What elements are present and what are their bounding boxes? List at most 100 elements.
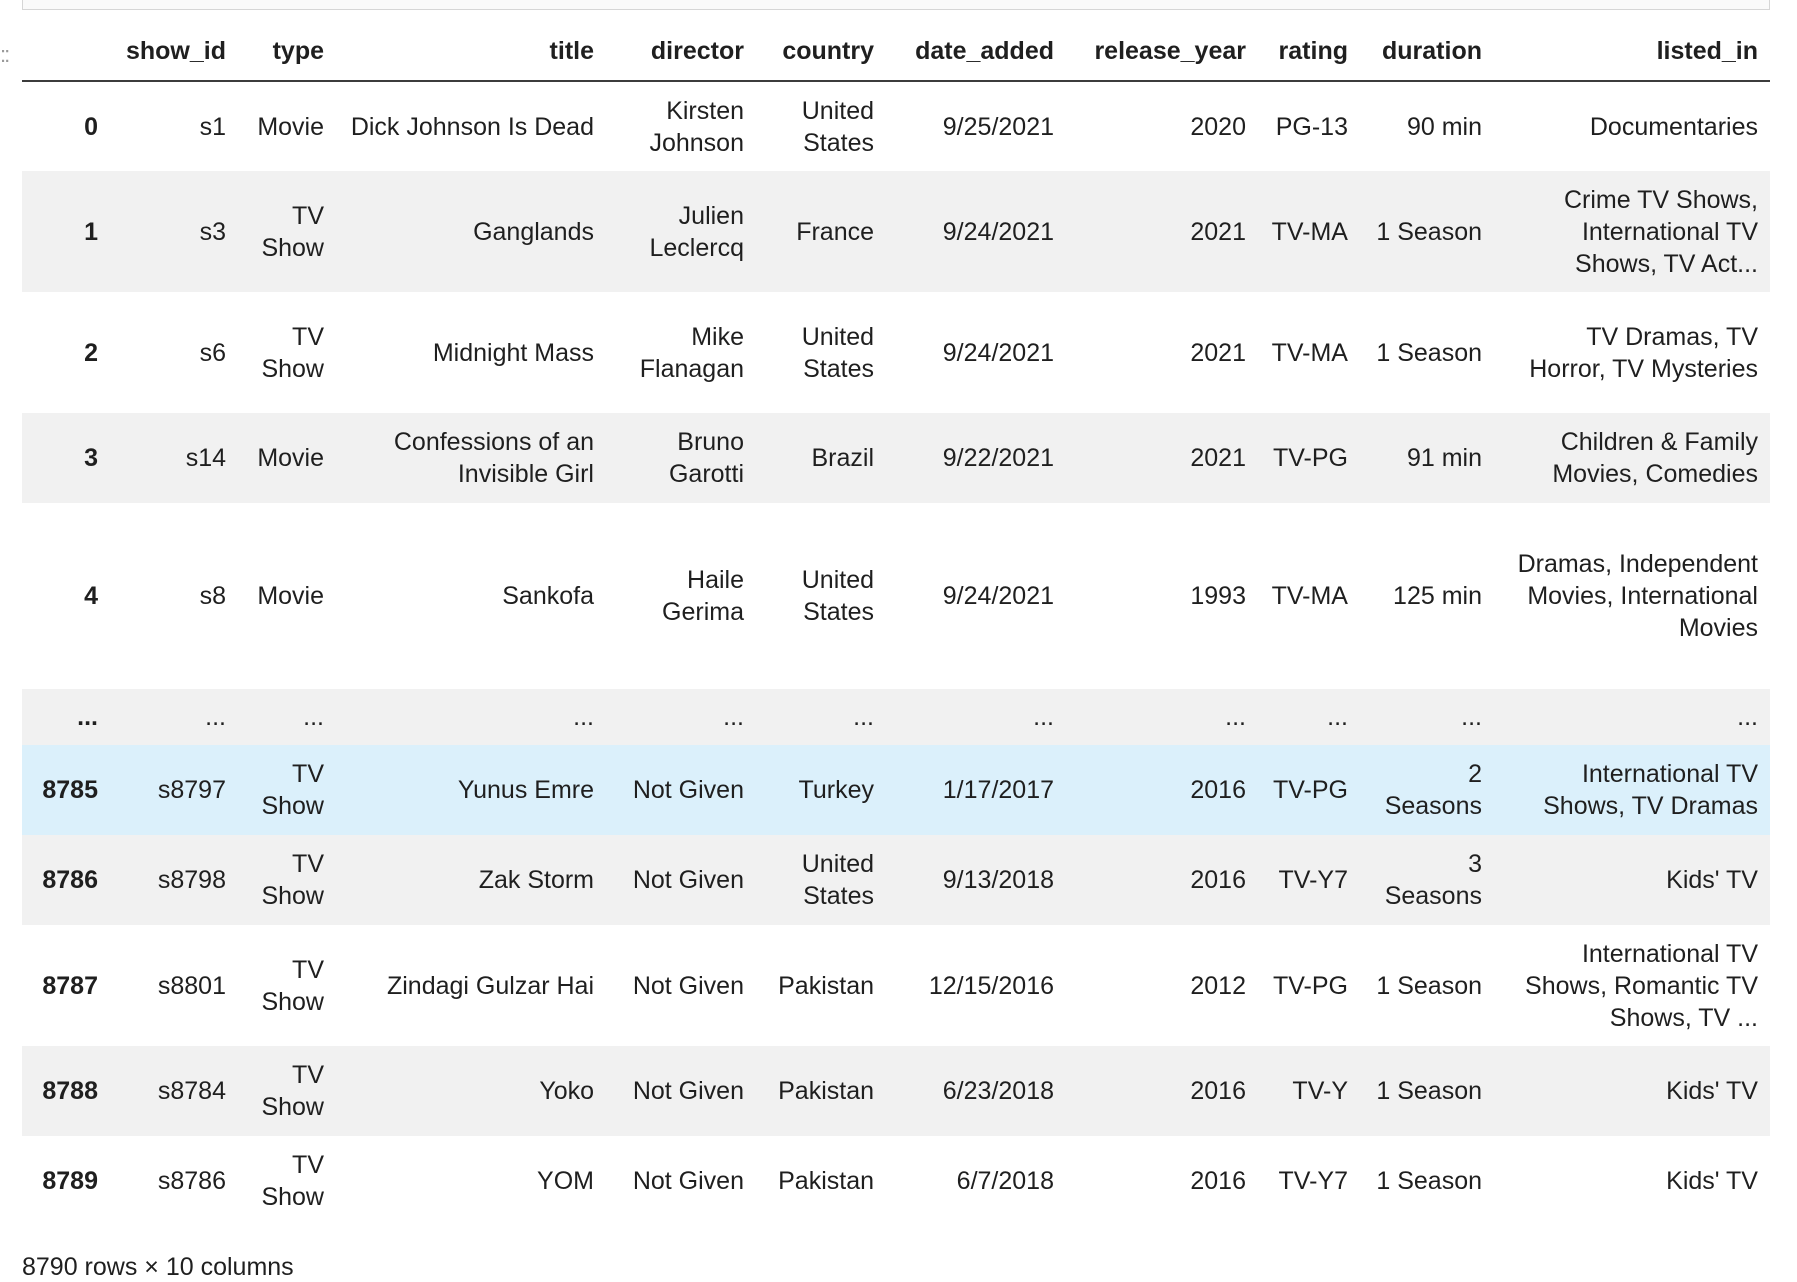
table-cell-date-added: 9/25/2021 xyxy=(942,112,1054,141)
table-cell-rating: TV-MA xyxy=(1271,582,1348,610)
row-index: 4 xyxy=(84,582,98,610)
table-cell-date-added: 6/23/2018 xyxy=(942,1077,1054,1105)
table-cell-rating: ... xyxy=(1327,703,1348,731)
table-row[interactable]: 3 s14 Movie Confessions of an Invisible Gir… xyxy=(22,413,1770,503)
column-header: country xyxy=(756,22,886,82)
table-cell-country: United States xyxy=(801,566,874,626)
dataframe-shape-summary: 8790 rows × 10 columns xyxy=(22,1253,294,1281)
column-header: date_added xyxy=(886,22,1066,82)
table-cell-type: TV Show xyxy=(261,322,324,383)
table-cell-title: Zak Storm xyxy=(478,866,594,894)
table-cell-release-year: 2016 xyxy=(1190,776,1246,804)
table-cell-release-year: 2021 xyxy=(1190,217,1246,246)
row-index: 1 xyxy=(84,217,98,246)
table-cell-listed-in: Kids' TV xyxy=(1666,1167,1758,1195)
table-cell-duration: 1 Season xyxy=(1376,971,1482,1000)
table-cell-release-year: 2016 xyxy=(1190,1167,1246,1195)
table-cell-type: Movie xyxy=(257,582,324,610)
table-cell-release-year: 2016 xyxy=(1190,1077,1246,1105)
column-header: title xyxy=(336,22,606,82)
table-cell-date-added: 1/17/2017 xyxy=(942,776,1054,804)
table-cell-type: TV Show xyxy=(261,201,324,262)
table-cell-show-id: s14 xyxy=(185,444,226,472)
table-cell-release-year: 1993 xyxy=(1190,582,1246,610)
table-cell-type: TV Show xyxy=(261,760,324,820)
cell-drag-handle-icon[interactable]: :: xyxy=(0,42,10,68)
table-cell-date-added: 9/22/2021 xyxy=(942,444,1054,472)
table-cell-director: Not Given xyxy=(632,776,744,804)
table-cell-rating: TV-PG xyxy=(1272,776,1348,804)
table-cell-release-year: ... xyxy=(1225,703,1246,731)
table-cell-rating: TV-MA xyxy=(1271,338,1348,367)
table-cell-date-added: 9/24/2021 xyxy=(942,217,1054,246)
table-cell-title: Yoko xyxy=(539,1077,594,1105)
table-row[interactable]: 4 s8 Movie Sankofa Haile Gerima United States… xyxy=(22,503,1770,689)
table-cell-title: Yunus Emre xyxy=(457,776,594,804)
table-cell-country: Turkey xyxy=(798,776,874,804)
table-cell-duration: 90 min xyxy=(1406,112,1482,141)
table-row[interactable]: 0 s1 Movie Dick Johnson Is Dead Kirsten John… xyxy=(22,81,1770,171)
dataframe-table: show_id type title director country date… xyxy=(22,22,1770,1226)
row-index: 8786 xyxy=(42,866,98,894)
header-row: show_id type title director country date… xyxy=(22,22,1770,82)
table-cell-duration: 1 Season xyxy=(1376,338,1482,367)
table-cell-type: ... xyxy=(303,703,324,731)
table-cell-type: Movie xyxy=(257,444,324,472)
table-cell-director: Julien Leclercq xyxy=(649,201,745,262)
table-cell-date-added: 9/24/2021 xyxy=(942,338,1054,367)
table-cell-show-id: s8786 xyxy=(157,1167,226,1195)
table-cell-release-year: 2021 xyxy=(1190,444,1246,472)
table-cell-director: Not Given xyxy=(632,1077,744,1105)
table-cell-listed-in: Documentaries xyxy=(1589,112,1758,141)
table-cell-listed-in: International TV Shows, TV Dramas xyxy=(1543,760,1758,820)
table-cell-type: TV Show xyxy=(261,1061,324,1121)
table-cell-duration: 1 Season xyxy=(1376,217,1482,246)
table-cell-listed-in: Kids' TV xyxy=(1666,1077,1758,1105)
table-cell-rating: PG-13 xyxy=(1275,112,1348,141)
table-cell-show-id: s8797 xyxy=(157,776,226,804)
table-cell-listed-in: TV Dramas, TV Horror, TV Mysteries xyxy=(1529,322,1758,383)
table-cell-listed-in: Crime TV Shows, International TV Shows, … xyxy=(1563,185,1758,278)
table-cell-type: TV Show xyxy=(261,850,324,910)
table-cell-title: YOM xyxy=(537,1167,594,1195)
column-header: duration xyxy=(1360,22,1494,82)
row-index: ... xyxy=(77,703,98,731)
table-cell-listed-in: ... xyxy=(1737,703,1758,731)
table-cell-show-id: s3 xyxy=(199,217,226,246)
table-row[interactable]: 8785 s8797 TV Show Yunus Emre Not Given Turke… xyxy=(22,745,1770,835)
table-cell-title: Dick Johnson Is Dead xyxy=(350,112,594,141)
table-cell-show-id: s1 xyxy=(199,112,226,141)
table-cell-country: Pakistan xyxy=(778,1077,874,1105)
table-cell-type: TV Show xyxy=(261,955,324,1016)
table-row[interactable]: 8789 s8786 TV Show YOM Not Given Pakistan 6/7/… xyxy=(22,1136,1770,1226)
table-cell-country: ... xyxy=(853,703,874,731)
table-cell-date-added: 12/15/2016 xyxy=(928,971,1054,1000)
table-cell-type: TV Show xyxy=(261,1151,324,1211)
table-cell-director: Mike Flanagan xyxy=(639,322,744,383)
table-cell-date-added: ... xyxy=(1033,703,1054,731)
column-header: listed_in xyxy=(1494,22,1770,82)
table-cell-director: Not Given xyxy=(632,971,744,1000)
table-row[interactable]: 8788 s8784 TV Show Yoko Not Given Pakistan 6/2… xyxy=(22,1046,1770,1136)
table-row[interactable]: 2 s6 TV Show Midnight Mass Mike Flanagan Unit… xyxy=(22,292,1770,413)
table-cell-rating: TV-PG xyxy=(1272,971,1348,1000)
table-cell-title: Midnight Mass xyxy=(432,338,594,367)
table-row[interactable]: 8787 s8801 TV Show Zindagi Gulzar Hai Not Gi… xyxy=(22,925,1770,1046)
table-cell-director: Not Given xyxy=(632,1167,744,1195)
column-header: show_id xyxy=(110,22,238,82)
table-cell-title: Confessions of an Invisible Girl xyxy=(393,428,594,488)
table-cell-title: Zindagi Gulzar Hai xyxy=(386,971,594,1000)
table-cell-show-id: s8798 xyxy=(157,866,226,894)
table-cell-rating: TV-Y7 xyxy=(1278,866,1348,894)
table-cell-release-year: 2016 xyxy=(1190,866,1246,894)
table-cell-listed-in: Dramas, Independent Movies, Internationa… xyxy=(1517,550,1758,642)
table-cell-rating: TV-PG xyxy=(1272,444,1348,472)
table-cell-duration: 2 Seasons xyxy=(1384,760,1482,820)
table-cell-rating: TV-Y xyxy=(1292,1077,1348,1105)
table-cell-director: ... xyxy=(723,703,744,731)
table-row[interactable]: 1 s3 TV Show Ganglands Julien Leclercq France… xyxy=(22,171,1770,292)
table-cell-country: Brazil xyxy=(811,444,874,472)
table-row[interactable]: 8786 s8798 TV Show Zak Storm Not Given United… xyxy=(22,835,1770,925)
table-row[interactable]: ................................. xyxy=(22,689,1770,745)
row-index: 8789 xyxy=(42,1167,98,1195)
